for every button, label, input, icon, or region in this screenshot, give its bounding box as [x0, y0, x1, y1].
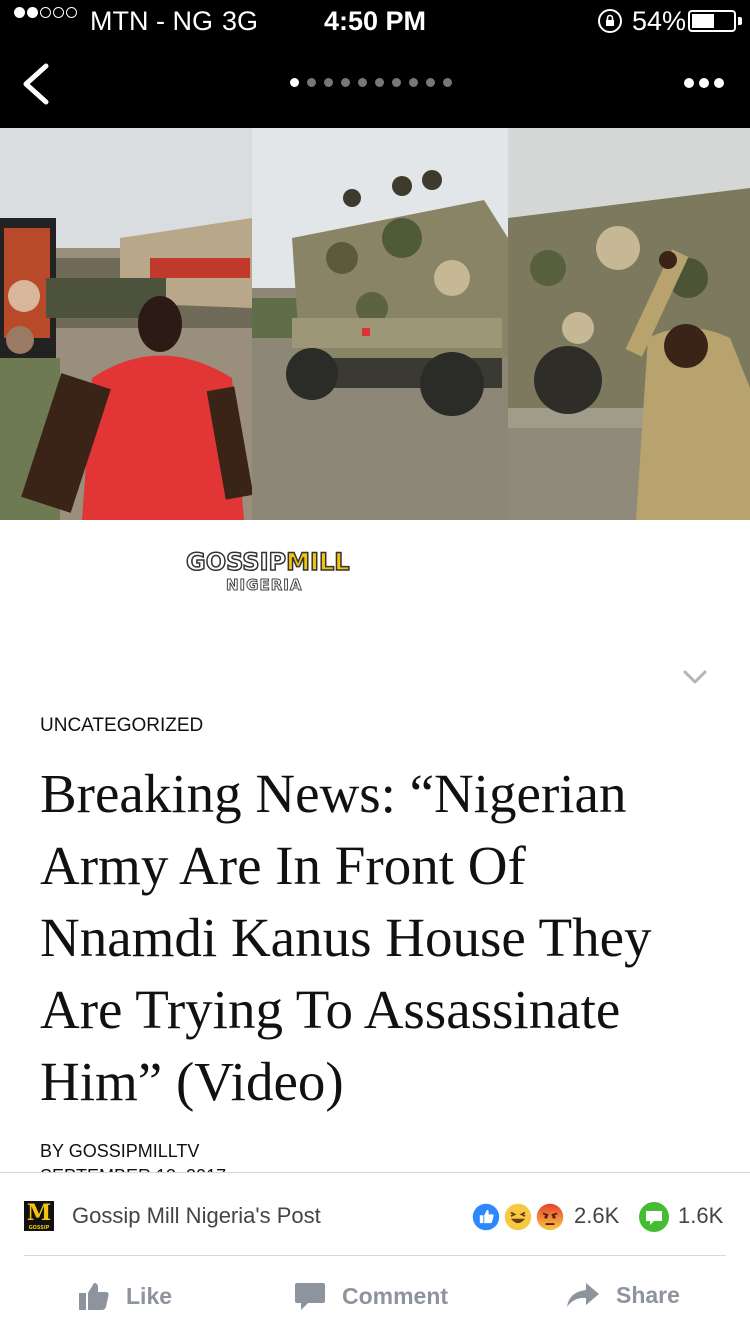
- comment-button[interactable]: Comment: [294, 1281, 448, 1311]
- article-byline: BY GOSSIPMILLTV: [40, 1141, 200, 1161]
- page-indicator: [290, 78, 452, 87]
- more-options-icon[interactable]: [684, 78, 724, 88]
- network-type: 3G: [222, 6, 259, 36]
- hero-panel-right: [508, 128, 750, 520]
- comment-count[interactable]: 1.6K: [678, 1203, 723, 1229]
- comment-icon: [295, 1283, 325, 1310]
- facebook-post-bar: M GOSSIP Gossip Mill Nigeria's Post 2.6K …: [0, 1172, 750, 1334]
- like-button[interactable]: Like: [78, 1281, 172, 1311]
- battery-icon: [688, 10, 736, 32]
- carrier-name: MTN - NG: [90, 6, 213, 36]
- comment-count-icon: [639, 1202, 669, 1232]
- angry-reaction-icon: [533, 1200, 567, 1234]
- orientation-lock-icon: [598, 9, 622, 33]
- battery-percent: 54%: [632, 6, 687, 36]
- share-button[interactable]: Share: [566, 1281, 680, 1309]
- article-headline: Breaking News: “Nigerian Army Are In Fro…: [40, 763, 652, 1112]
- article-category[interactable]: UNCATEGORIZED: [40, 715, 203, 737]
- instant-article-nav-bar: [0, 40, 750, 128]
- thumbs-up-icon: [79, 1283, 109, 1310]
- signal-strength-icon: [14, 7, 77, 18]
- share-icon: [567, 1283, 599, 1307]
- chevron-down-icon[interactable]: [682, 668, 708, 686]
- page-avatar[interactable]: M GOSSIP: [24, 1201, 54, 1231]
- back-icon[interactable]: [18, 62, 58, 106]
- gossip-mill-logo: GOSSIPMILL NIGERIA: [185, 547, 350, 594]
- article-hero-image[interactable]: [0, 128, 750, 520]
- post-title[interactable]: Gossip Mill Nigeria's Post: [72, 1203, 321, 1229]
- haha-reaction-icon: [501, 1200, 535, 1234]
- hero-panel-left: [0, 128, 252, 520]
- reaction-count[interactable]: 2.6K: [574, 1203, 619, 1229]
- like-reaction-icon: [469, 1200, 503, 1234]
- hero-panel-middle: [252, 128, 508, 520]
- reactions-summary[interactable]: [469, 1200, 569, 1234]
- status-bar: MTN - NG 3G 4:50 PM 54%: [0, 0, 750, 40]
- divider: [24, 1255, 726, 1256]
